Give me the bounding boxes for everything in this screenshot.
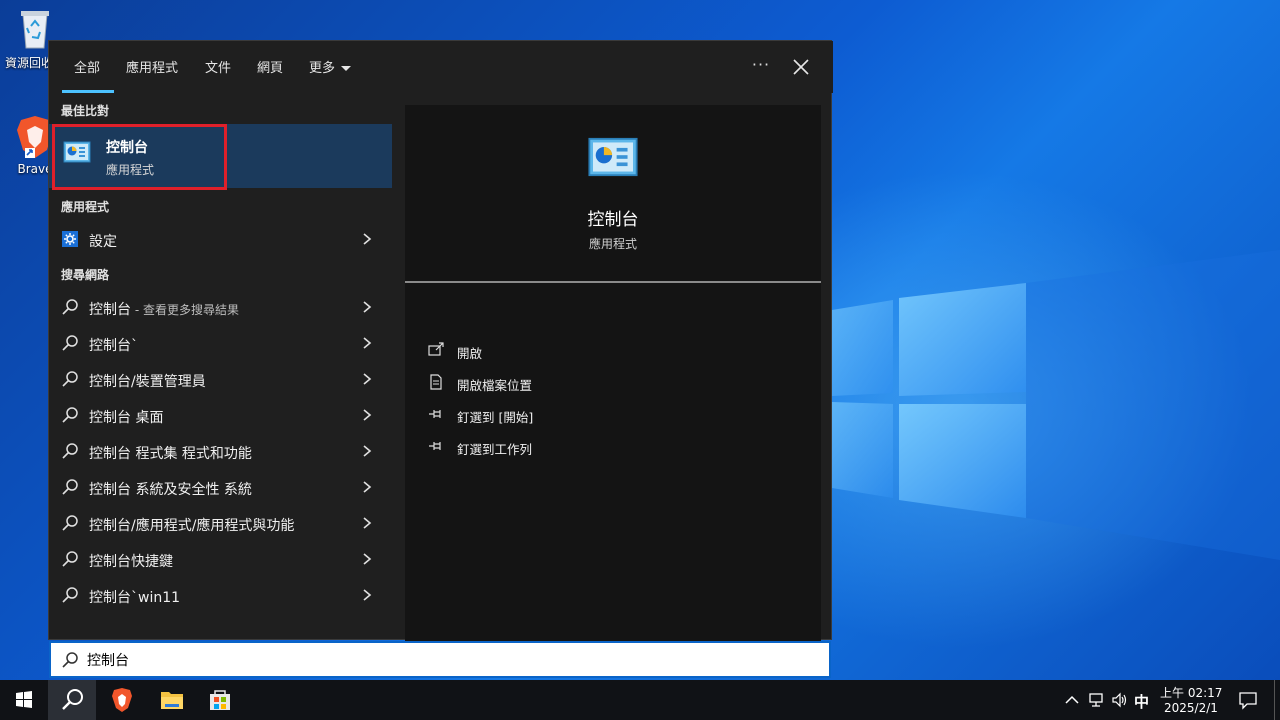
- action-label: 開啟檔案位置: [457, 378, 533, 393]
- search-box[interactable]: [49, 641, 831, 678]
- search-icon: [62, 587, 78, 603]
- web-result-item[interactable]: 控制台/裝置管理員: [49, 361, 393, 397]
- tab-web[interactable]: 網頁: [257, 57, 283, 93]
- clock-time[interactable]: 上午 02:17: [1160, 684, 1222, 701]
- taskbar: 中 上午 02:17 2025/2/1: [0, 680, 1280, 720]
- section-web: 搜尋網路: [61, 268, 110, 282]
- notification-center-icon[interactable]: [1238, 690, 1258, 710]
- web-result-item[interactable]: 控制台 系統及安全性 系統: [49, 469, 393, 505]
- web-result-label: 控制台 桌面: [89, 410, 164, 426]
- open-icon: [428, 342, 444, 356]
- chevron-right-icon: [363, 553, 372, 565]
- taskbar-brave[interactable]: [98, 680, 146, 720]
- windows-start-icon: [16, 691, 32, 708]
- action-label: 開啟: [457, 346, 483, 361]
- chevron-up-icon[interactable]: [1064, 692, 1080, 708]
- preview-divider: [405, 281, 821, 283]
- web-result-item[interactable]: 控制台 程式集 程式和功能: [49, 433, 393, 469]
- taskbar-file-explorer[interactable]: [148, 680, 196, 720]
- web-result-label: 控制台 系統及安全性 系統: [89, 482, 252, 498]
- taskbar-search-button[interactable]: [48, 680, 96, 720]
- clock-date[interactable]: 2025/2/1: [1164, 701, 1218, 715]
- action-open[interactable]: 開啟: [427, 337, 727, 365]
- tab-label: 文件: [205, 61, 232, 76]
- section-best-match: 最佳比對: [61, 104, 110, 118]
- preview-pane: 控制台 應用程式 開啟 開啟檔案位置 釘選到 [開始] 釘選到工作列: [405, 105, 821, 641]
- web-result-item[interactable]: 控制台`: [49, 325, 393, 361]
- tab-label: 更多: [309, 61, 336, 76]
- results-list: 最佳比對 控制台 應用程式 應用程式 設定 搜尋網路 控制台 - 查看更多搜尋結…: [49, 93, 393, 641]
- web-result-label: 控制台 - 查看更多搜尋結果: [89, 302, 239, 318]
- section-apps: 應用程式: [61, 200, 110, 214]
- web-result-label: 控制台/裝置管理員: [89, 374, 206, 390]
- pin-icon: [429, 442, 441, 450]
- tab-all[interactable]: 全部: [61, 57, 115, 93]
- store-icon: [210, 690, 230, 710]
- chevron-right-icon: [363, 337, 372, 349]
- preview-subtitle: 應用程式: [588, 237, 637, 251]
- brave-icon: [112, 688, 132, 712]
- action-label: 釘選到 [開始]: [457, 410, 534, 425]
- chevron-right-icon: [363, 589, 372, 601]
- web-result-label: 控制台`win11: [89, 590, 181, 606]
- tab-apps[interactable]: 應用程式: [126, 57, 178, 93]
- app-item-label: 設定: [89, 234, 117, 250]
- close-icon[interactable]: [789, 55, 813, 79]
- highlight-outline: [52, 124, 227, 190]
- file-location-icon: [430, 374, 442, 390]
- more-options-button[interactable]: ···: [749, 55, 773, 77]
- search-icon: [62, 407, 78, 423]
- pin-icon: [429, 410, 441, 418]
- chevron-right-icon: [363, 445, 372, 457]
- web-result-label: 控制台/應用程式/應用程式與功能: [89, 518, 295, 534]
- search-icon: [62, 443, 78, 459]
- search-icon: [62, 652, 78, 668]
- action-label: 釘選到工作列: [457, 442, 533, 457]
- tab-more[interactable]: 更多: [309, 57, 352, 93]
- action-pin-taskbar[interactable]: 釘選到工作列: [427, 433, 727, 461]
- chevron-right-icon: [363, 373, 372, 385]
- web-result-item[interactable]: 控制台 桌面: [49, 397, 393, 433]
- web-result-item[interactable]: 控制台快捷鍵: [49, 541, 393, 577]
- search-icon: [62, 299, 78, 315]
- tab-label: 全部: [74, 61, 101, 76]
- action-open-file-location[interactable]: 開啟檔案位置: [427, 369, 727, 397]
- chevron-right-icon: [363, 517, 372, 529]
- search-icon: [62, 371, 78, 387]
- chevron-right-icon: [363, 233, 372, 245]
- web-result-item[interactable]: 控制台 - 查看更多搜尋結果: [49, 289, 393, 325]
- tab-label: 網頁: [257, 61, 284, 76]
- taskbar-store[interactable]: [196, 680, 244, 720]
- chevron-right-icon: [363, 481, 372, 493]
- action-pin-start[interactable]: 釘選到 [開始]: [427, 401, 727, 429]
- show-desktop-button[interactable]: [1274, 680, 1280, 720]
- web-result-item[interactable]: 控制台`win11: [49, 577, 393, 613]
- chevron-right-icon: [363, 409, 372, 421]
- search-icon: [62, 551, 78, 567]
- settings-gear-icon: [62, 231, 78, 247]
- folder-icon: [161, 692, 183, 709]
- app-item-settings[interactable]: 設定: [49, 221, 393, 257]
- chevron-down-icon: [341, 66, 352, 71]
- web-result-item[interactable]: 控制台/應用程式/應用程式與功能: [49, 505, 393, 541]
- ime-indicator[interactable]: 中: [1134, 691, 1149, 712]
- tab-label: 應用程式: [126, 61, 179, 76]
- web-result-label: 控制台 程式集 程式和功能: [89, 446, 252, 462]
- search-icon: [62, 515, 78, 531]
- search-icon: [62, 689, 83, 710]
- search-input[interactable]: [87, 649, 787, 671]
- web-result-label: 控制台快捷鍵: [89, 554, 173, 570]
- search-icon: [62, 335, 78, 351]
- start-button[interactable]: [0, 680, 48, 720]
- web-result-label: 控制台`: [89, 338, 138, 354]
- search-icon: [62, 479, 78, 495]
- control-panel-icon: [588, 137, 638, 177]
- preview-title: 控制台: [587, 210, 639, 230]
- volume-icon[interactable]: [1111, 691, 1129, 709]
- network-icon[interactable]: [1088, 691, 1106, 709]
- search-header: 全部 應用程式 文件 網頁 更多 ···: [49, 41, 833, 93]
- chevron-right-icon: [363, 301, 372, 313]
- tab-documents[interactable]: 文件: [205, 57, 231, 93]
- search-panel: 全部 應用程式 文件 網頁 更多 ··· 最佳比對 控制台 應用程式 應用程式 …: [48, 40, 833, 641]
